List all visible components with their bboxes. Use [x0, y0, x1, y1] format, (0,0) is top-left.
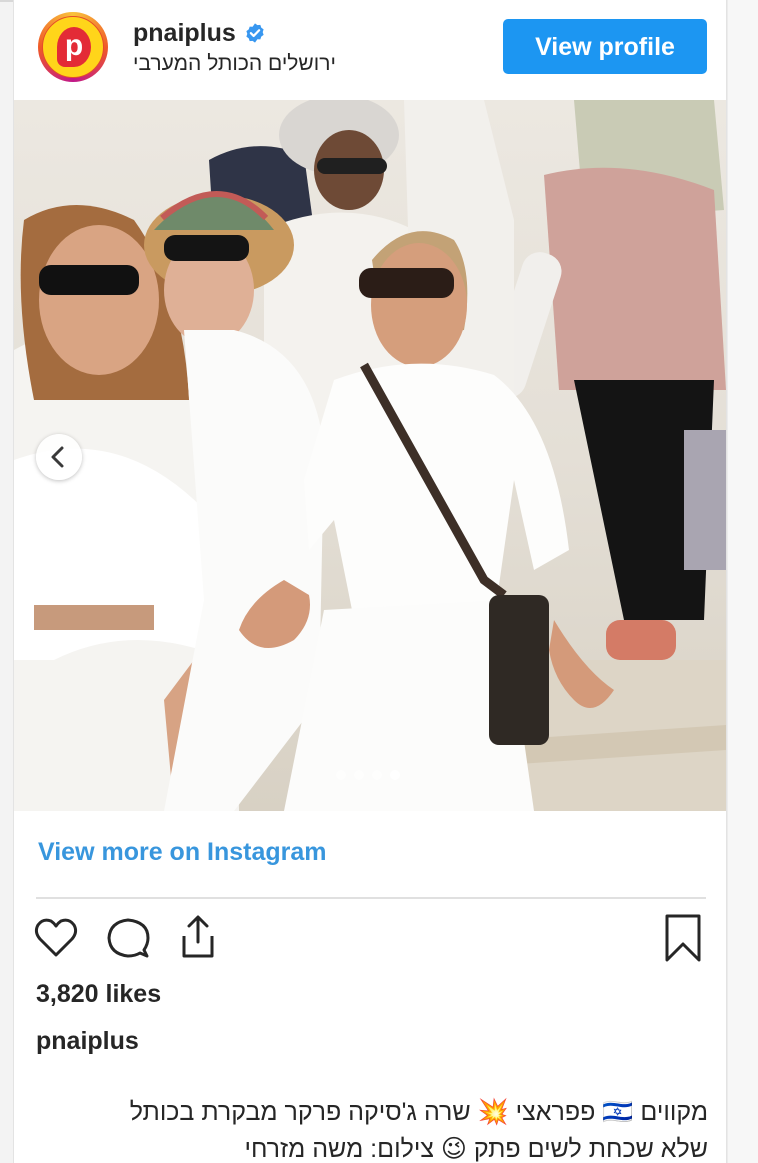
likes-count[interactable]: 3,820 likes: [36, 980, 161, 1009]
post-caption: מקווים 🇮🇱 פפראצי 💥 שרה ג'סיקה פרקר מבקרת…: [36, 1094, 708, 1163]
bookmark-icon[interactable]: [659, 914, 707, 962]
chevron-left-icon: [51, 446, 64, 468]
caption-username[interactable]: pnaiplus: [36, 1027, 139, 1056]
slide-dot-active: [390, 770, 400, 780]
avatar-letter: p: [57, 27, 91, 67]
view-more-link[interactable]: View more on Instagram: [38, 838, 327, 867]
post-photo[interactable]: [14, 100, 726, 811]
slide-indicator: [336, 770, 400, 780]
heart-icon[interactable]: [32, 914, 80, 962]
slide-dot: [372, 770, 382, 780]
previous-slide-button[interactable]: [36, 434, 82, 480]
caption-line-1: מקווים 🇮🇱 פפראצי 💥 שרה ג'סיקה פרקר מבקרת…: [129, 1098, 708, 1126]
username-row: pnaiplus: [133, 18, 266, 48]
slide-dot: [336, 770, 346, 780]
verified-icon: [246, 23, 264, 43]
side-gutter: [727, 0, 758, 1163]
slide-dot: [354, 770, 364, 780]
location-link[interactable]: ירושלים הכותל המערבי: [133, 52, 336, 76]
share-icon[interactable]: [174, 912, 222, 960]
username-link[interactable]: pnaiplus: [133, 19, 236, 48]
caption-line-2: שלא שכחת לשים פתק 😉 צילום: משה מזרחי: [244, 1135, 708, 1163]
avatar[interactable]: p: [38, 12, 108, 82]
comment-icon[interactable]: [104, 914, 152, 962]
instagram-embed-card: p pnaiplus ירושלים הכותל המערבי View pro…: [13, 0, 727, 1163]
view-profile-button[interactable]: View profile: [503, 19, 707, 74]
divider: [36, 897, 706, 899]
avatar-logo: p: [42, 16, 104, 78]
photo-illustration: [14, 100, 726, 811]
post-header: p pnaiplus ירושלים הכותל המערבי View pro…: [14, 0, 726, 100]
